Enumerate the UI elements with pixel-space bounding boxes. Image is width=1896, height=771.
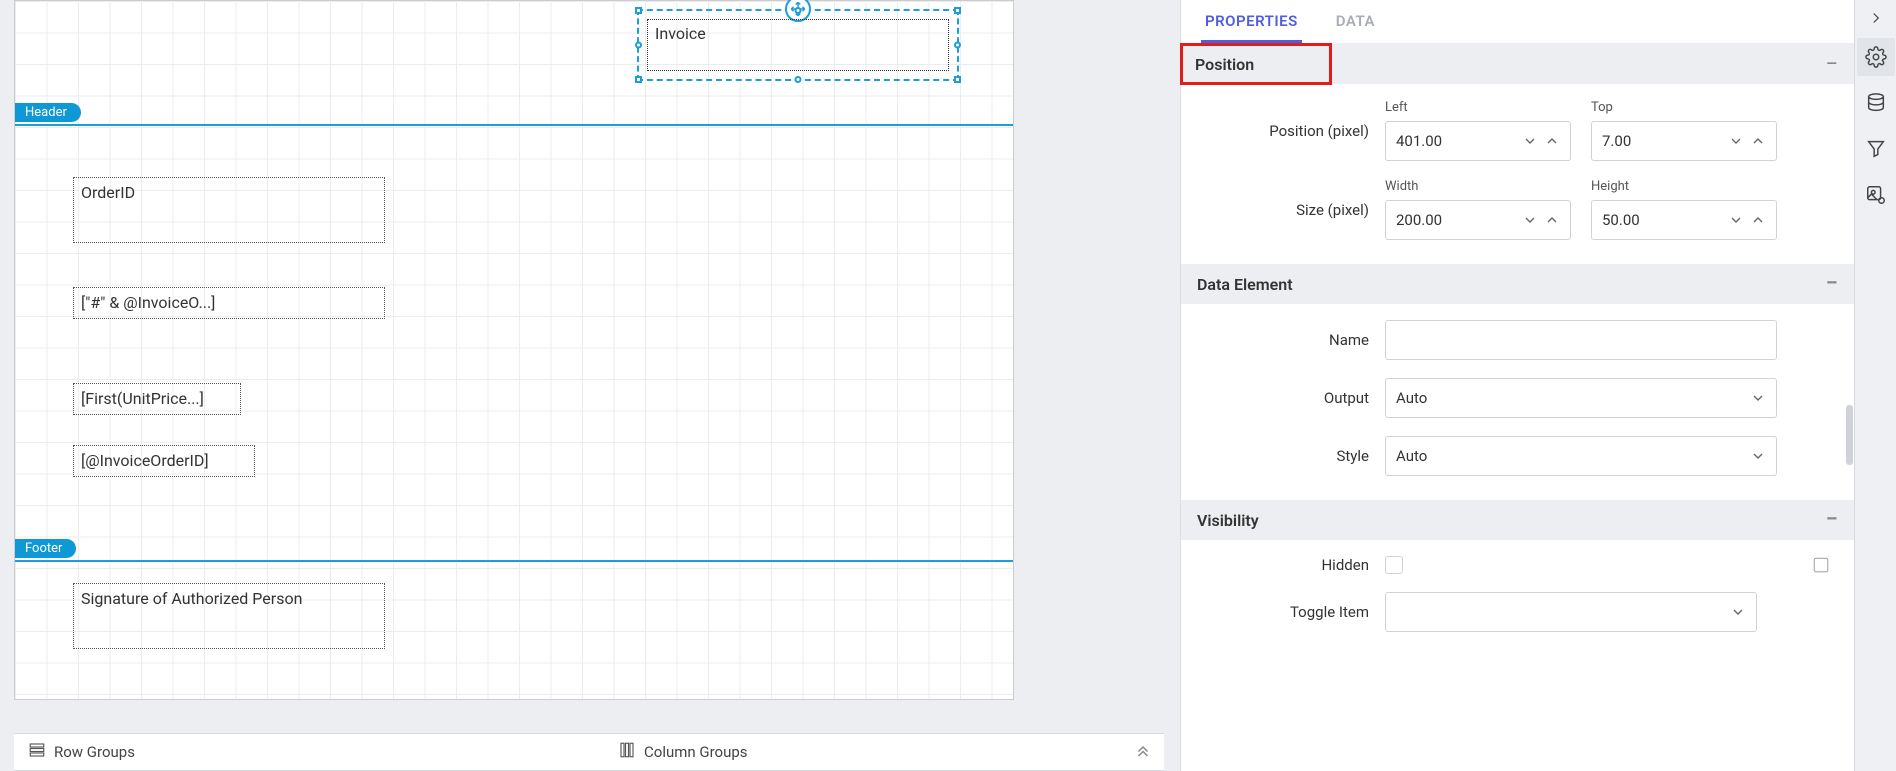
selected-textbox-invoice[interactable]: Invoice: [637, 9, 959, 81]
value-output: Auto: [1396, 389, 1427, 407]
section-header-position-row[interactable]: Position −: [1181, 44, 1854, 84]
label-style: Style: [1205, 447, 1385, 465]
properties-panel: PROPERTIES DATA Position − Position (pix…: [1180, 0, 1854, 771]
input-left[interactable]: 401.00: [1385, 121, 1571, 161]
checkbox-hidden[interactable]: [1385, 556, 1403, 574]
header-divider: [15, 124, 1013, 126]
section-title-data-element: Data Element: [1197, 275, 1293, 294]
textbox-orderid[interactable]: OrderID: [73, 177, 385, 243]
side-rail: [1854, 0, 1896, 771]
columns-icon: [618, 741, 636, 763]
scrollbar-thumb[interactable]: [1846, 405, 1853, 465]
section-header-data-element[interactable]: Data Element −: [1181, 264, 1854, 304]
select-style[interactable]: Auto: [1385, 436, 1777, 476]
rail-properties-icon[interactable]: [1857, 38, 1895, 76]
textbox-at-invoiceorderid[interactable]: [@InvoiceOrderID]: [73, 445, 255, 477]
value-top: 7.00: [1602, 132, 1631, 150]
select-toggle-item[interactable]: [1385, 592, 1757, 632]
chevron-down-icon: [1750, 390, 1766, 406]
tab-properties[interactable]: PROPERTIES: [1201, 0, 1302, 43]
rows-icon: [28, 741, 46, 763]
band-footer[interactable]: Footer: [15, 539, 76, 558]
band-header[interactable]: Header: [15, 103, 81, 122]
value-height: 50.00: [1602, 211, 1640, 229]
section-header-visibility[interactable]: Visibility −: [1181, 500, 1854, 540]
cap-left: Left: [1385, 100, 1571, 115]
textbox-hash-invoice[interactable]: ["#" & @InvoiceO...]: [73, 287, 385, 319]
label-toggle-item: Toggle Item: [1205, 603, 1385, 621]
footer-divider: [15, 560, 1013, 562]
section-title-position: Position: [1195, 55, 1254, 74]
column-groups-button[interactable]: Column Groups: [604, 741, 762, 763]
label-position-pixel: Position (pixel): [1205, 122, 1385, 140]
section-header-position: Position: [1181, 44, 1331, 84]
cap-height: Height: [1591, 179, 1777, 194]
textbox-first-unitprice[interactable]: [First(UnitPrice...]: [73, 383, 241, 415]
groups-collapse-icon[interactable]: [1134, 741, 1152, 763]
rail-filter-icon[interactable]: [1857, 130, 1895, 168]
value-width: 200.00: [1396, 211, 1442, 229]
chevron-down-icon: [1750, 448, 1766, 464]
section-title-visibility: Visibility: [1197, 511, 1259, 530]
row-groups-button[interactable]: Row Groups: [14, 741, 149, 763]
rail-data-icon[interactable]: [1857, 84, 1895, 122]
column-groups-label: Column Groups: [644, 743, 748, 761]
collapse-icon[interactable]: −: [1825, 52, 1854, 77]
rail-image-settings-icon[interactable]: [1857, 176, 1895, 214]
label-hidden: Hidden: [1205, 556, 1385, 574]
value-style: Auto: [1396, 447, 1427, 465]
rail-expand-icon[interactable]: [1857, 6, 1895, 30]
input-width[interactable]: 200.00: [1385, 200, 1571, 240]
report-canvas-area: Invoice Header OrderID ["#" & @InvoiceO.…: [0, 0, 1180, 771]
row-groups-label: Row Groups: [54, 743, 135, 761]
value-left: 401.00: [1396, 132, 1442, 150]
input-top[interactable]: 7.00: [1591, 121, 1777, 161]
cap-width: Width: [1385, 179, 1571, 194]
label-size-pixel: Size (pixel): [1205, 201, 1385, 219]
tab-data[interactable]: DATA: [1332, 0, 1379, 43]
fx-icon[interactable]: [1812, 556, 1830, 574]
cap-top: Top: [1591, 100, 1777, 115]
textbox-signature[interactable]: Signature of Authorized Person: [73, 583, 385, 649]
design-surface[interactable]: Invoice Header OrderID ["#" & @InvoiceO.…: [14, 0, 1014, 700]
label-name: Name: [1205, 331, 1385, 349]
groups-bar: Row Groups Column Groups: [14, 733, 1164, 771]
label-output: Output: [1205, 389, 1385, 407]
select-output[interactable]: Auto: [1385, 378, 1777, 418]
textbox-invoice-label: Invoice: [647, 19, 949, 71]
input-height[interactable]: 50.00: [1591, 200, 1777, 240]
chevron-down-icon: [1730, 604, 1746, 620]
input-name[interactable]: [1385, 320, 1777, 360]
